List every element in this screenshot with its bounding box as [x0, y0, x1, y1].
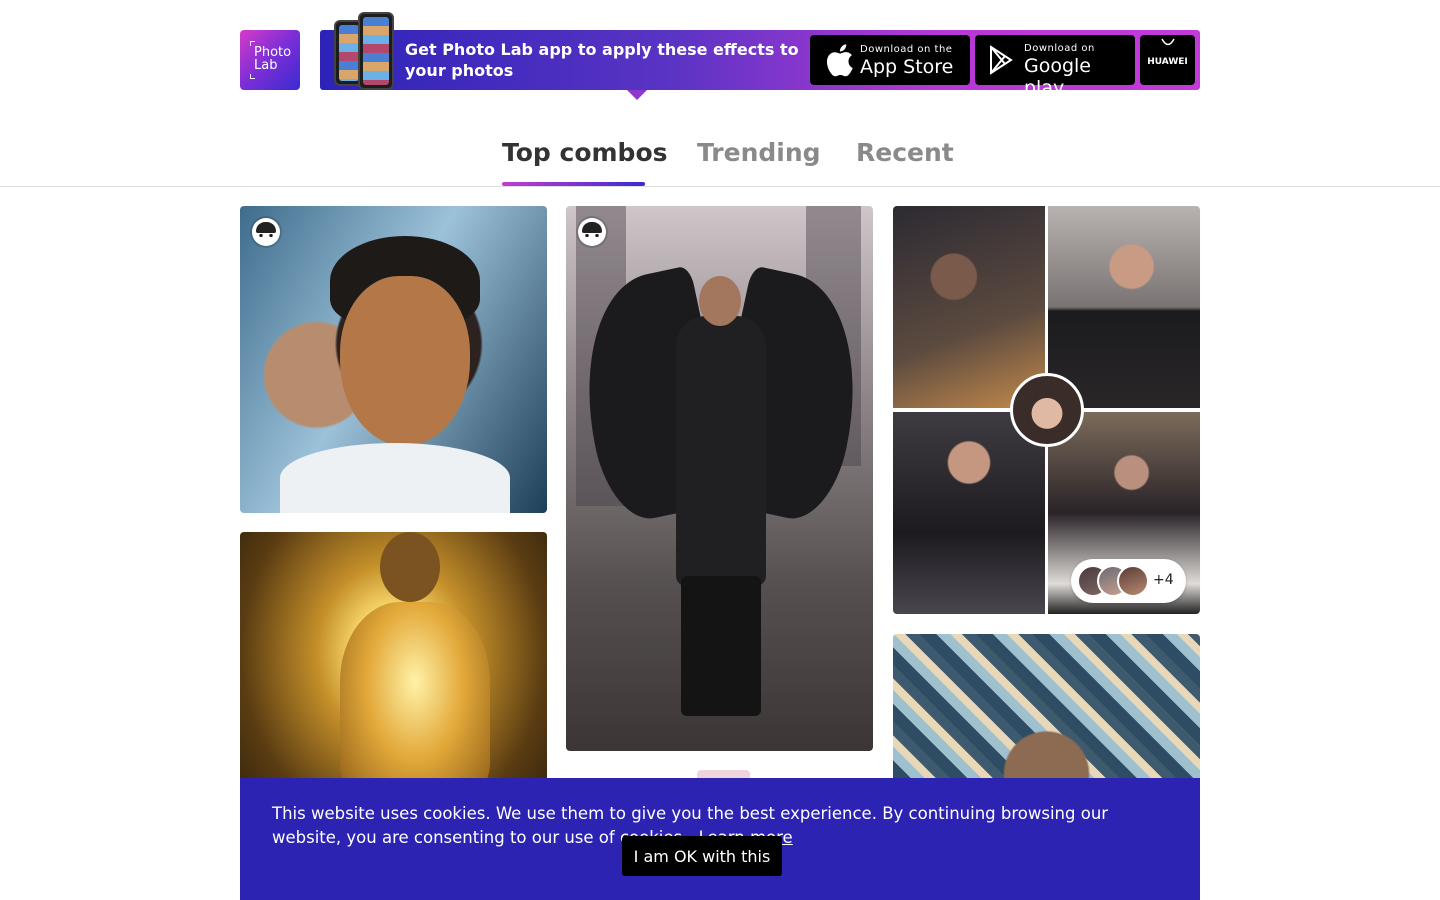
source-face-avatar — [1010, 373, 1084, 447]
app-store-button[interactable]: Download on the App Store — [810, 35, 970, 85]
collage-photo — [893, 412, 1045, 614]
accept-cookies-button[interactable]: I am OK with this — [622, 836, 782, 876]
logo-text-line2: Lab — [254, 58, 278, 73]
google-play-small-text: Download on — [1024, 43, 1095, 54]
huawei-bag-icon — [1161, 38, 1175, 46]
tab-recent[interactable]: Recent — [856, 138, 954, 167]
combo-card-collage[interactable]: +4 — [893, 206, 1200, 614]
app-promo-banner[interactable]: Get Photo Lab app to apply these effects… — [320, 12, 1200, 99]
tab-top-combos[interactable]: Top combos — [502, 138, 668, 167]
banner-text: Get Photo Lab app to apply these effects… — [405, 40, 799, 80]
app-store-big-text: App Store — [860, 56, 954, 78]
combo-card-dark-angel[interactable] — [566, 206, 873, 751]
collage-photo — [1048, 206, 1200, 408]
collage-photo — [893, 206, 1045, 408]
face-effect-icon — [252, 218, 280, 246]
huawei-label: HUAWEI — [1147, 57, 1188, 67]
phones-illustration — [334, 12, 396, 90]
huawei-appgallery-button[interactable]: HUAWEI — [1140, 35, 1195, 85]
phone-mockup — [358, 12, 394, 90]
page: Photo Lab Get Photo Lab app to apply the… — [0, 0, 1440, 900]
google-play-big-text: Google play — [1024, 55, 1092, 99]
google-play-icon — [990, 45, 1013, 75]
more-count: +4 — [1153, 572, 1174, 588]
combo-card-portrait-art[interactable] — [240, 206, 547, 513]
google-play-button[interactable]: Download on Google play — [975, 35, 1135, 99]
apple-icon — [826, 44, 853, 77]
result-thumb — [1117, 565, 1149, 597]
logo-corner-mark — [250, 74, 255, 79]
app-store-small-text: Download on the — [860, 44, 953, 55]
tab-trending[interactable]: Trending — [697, 138, 821, 167]
banner-pointer — [627, 90, 647, 100]
face-effect-icon — [578, 218, 606, 246]
photolab-logo[interactable]: Photo Lab — [240, 30, 300, 90]
more-results-pill[interactable]: +4 — [1071, 559, 1186, 603]
tabs-bar: Top combos Trending Recent — [0, 130, 1440, 187]
active-tab-indicator — [502, 182, 645, 186]
cookie-consent-banner: This website uses cookies. We use them t… — [240, 778, 1200, 900]
header: Photo Lab Get Photo Lab app to apply the… — [240, 12, 1200, 100]
